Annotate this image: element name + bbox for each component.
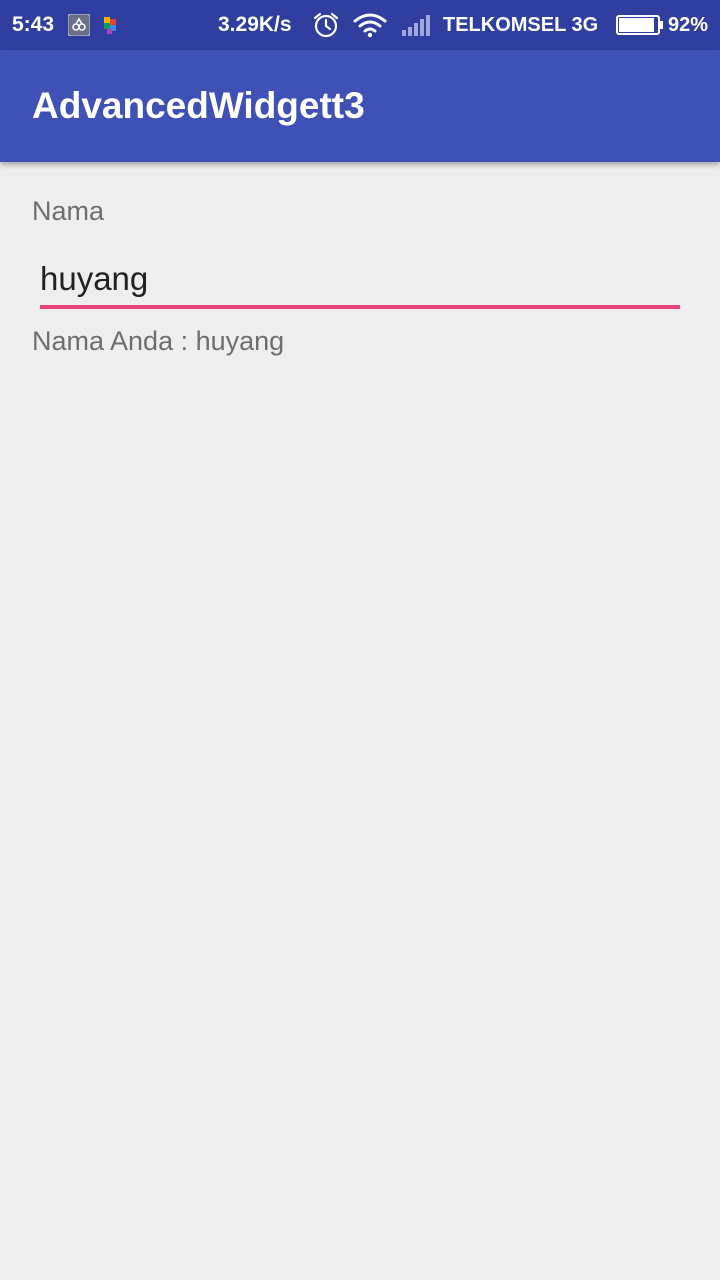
name-input[interactable]: [40, 252, 680, 306]
battery-level-fill: [619, 18, 654, 32]
name-input-container: [40, 252, 680, 310]
network-speed: 3.29K/s: [218, 13, 292, 36]
app-title: AdvancedWidgett3: [32, 85, 365, 126]
name-result-text: Nama Anda : huyang: [32, 326, 285, 356]
status-time: 5:43: [12, 13, 55, 36]
status-bar: 5:43 3.29K/s TELKOMSEL 3G 92%: [0, 0, 720, 50]
wifi-icon: [353, 0, 387, 50]
signal-icon: [400, 0, 432, 50]
colorful-app-icon: [100, 0, 120, 50]
input-underline: [40, 305, 680, 309]
battery-icon: [616, 0, 664, 50]
alarm-icon: [312, 0, 340, 50]
notification-app-icon: [68, 0, 90, 50]
app-bar: AdvancedWidgett3: [0, 50, 720, 162]
battery-percent: 92%: [668, 13, 709, 36]
carrier-name: TELKOMSEL 3G: [443, 13, 599, 36]
name-label: Nama: [32, 196, 105, 226]
